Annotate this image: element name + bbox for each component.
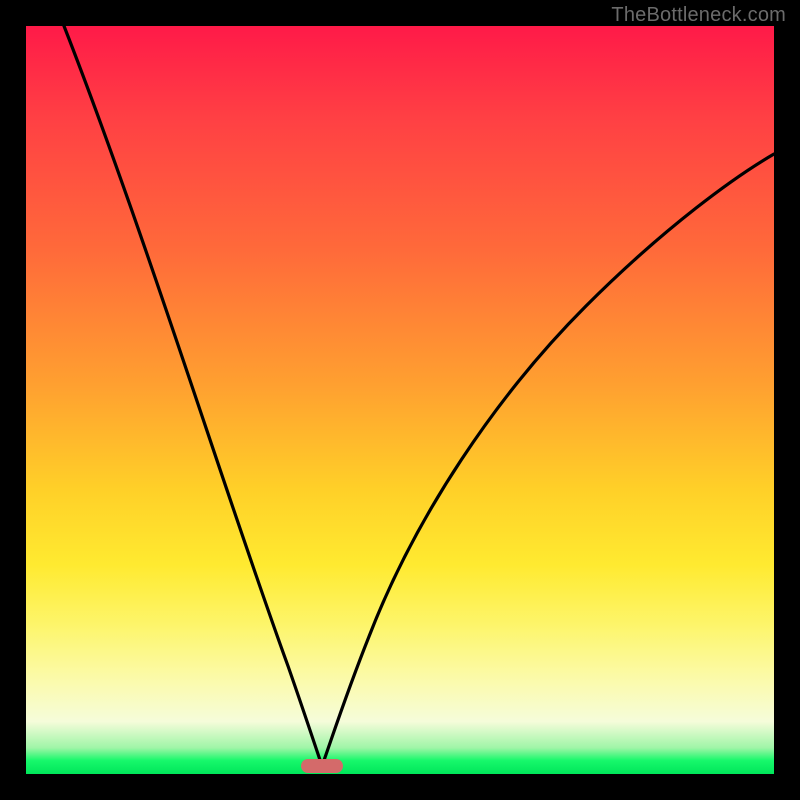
bottleneck-curve (26, 26, 774, 774)
watermark-text: TheBottleneck.com (611, 4, 786, 27)
minimum-marker (301, 759, 343, 773)
chart-frame: TheBottleneck.com (0, 0, 800, 800)
